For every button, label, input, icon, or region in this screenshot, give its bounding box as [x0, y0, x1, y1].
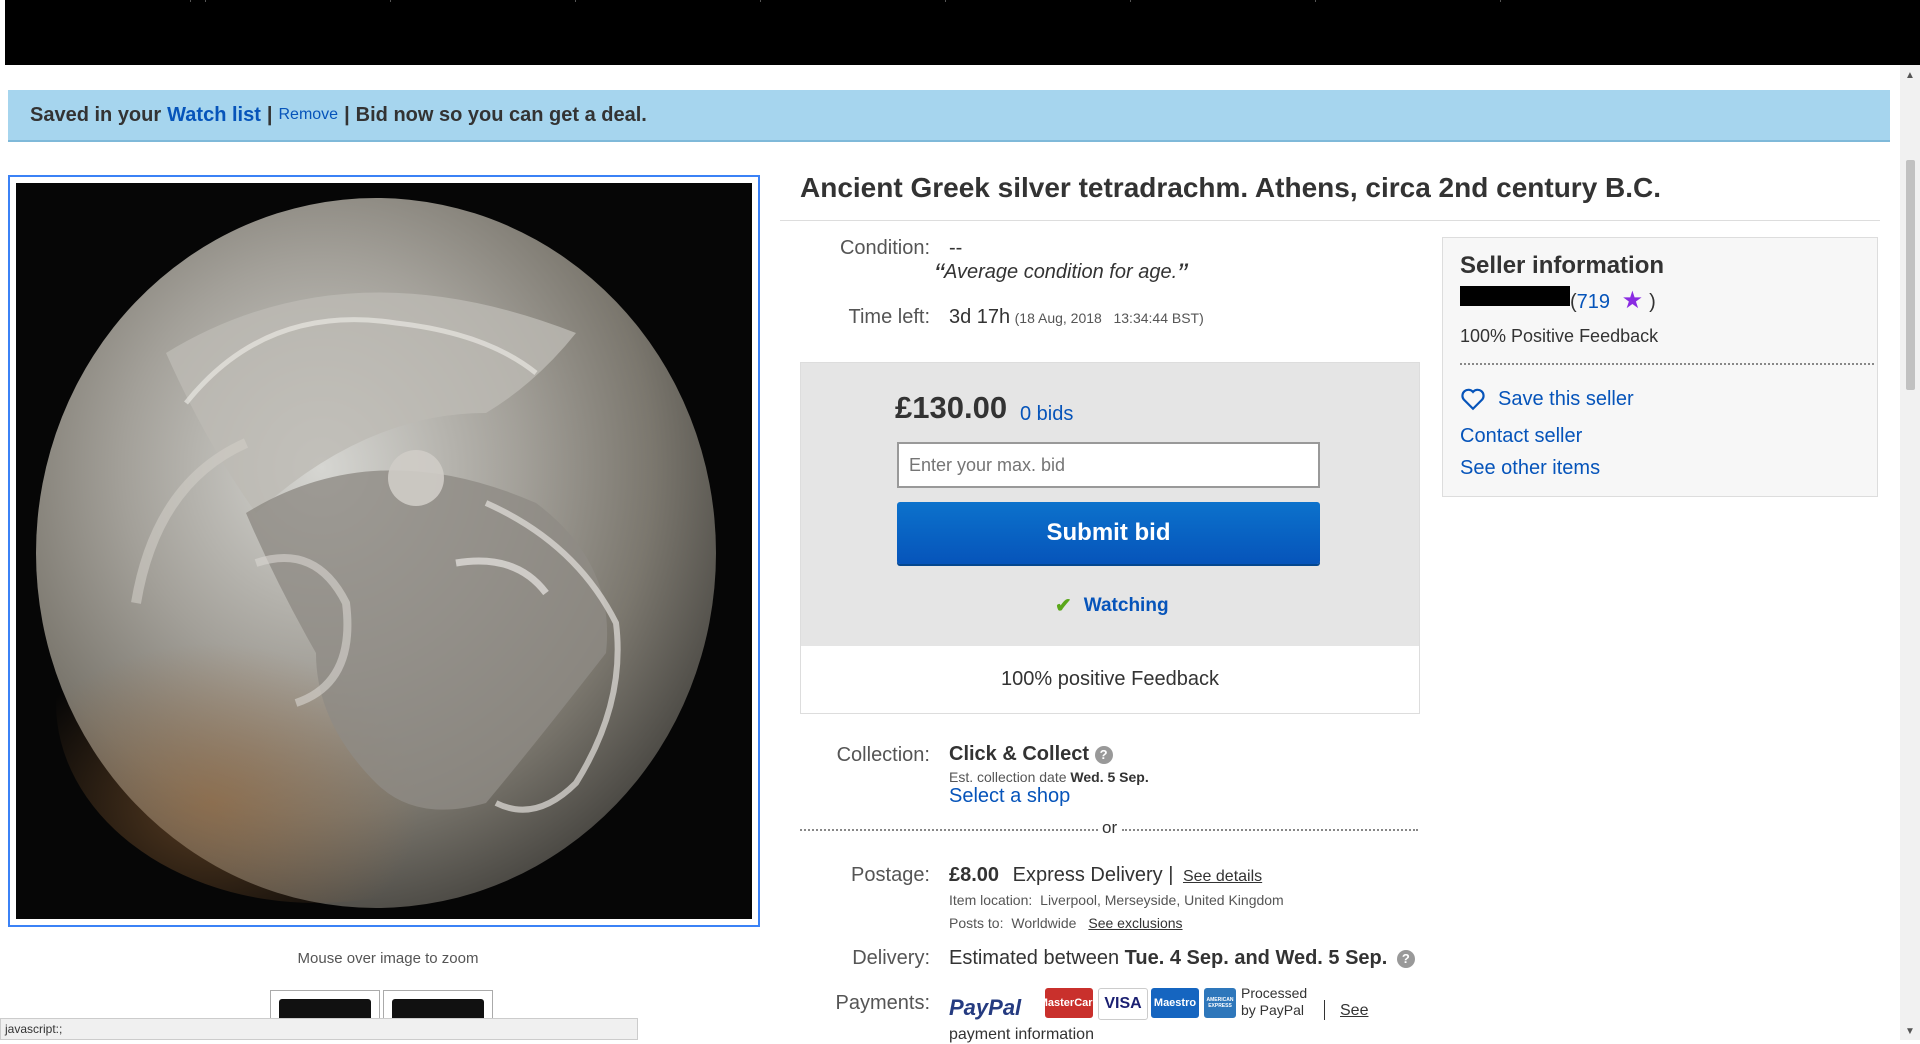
title-divider: [780, 220, 1880, 221]
contact-seller-link[interactable]: Contact seller: [1460, 425, 1582, 448]
collection-date-label: Est. collection date: [949, 769, 1067, 785]
top-black-bar: [5, 0, 1920, 65]
see-exclusions-link[interactable]: See exclusions: [1088, 915, 1182, 931]
feedback-open-paren: (: [1570, 291, 1577, 313]
coin-photo: [16, 183, 752, 919]
checkmark-icon: ✔: [1055, 595, 1072, 617]
time-left: 3d 17h (18 Aug, 2018 13:34:44 BST): [949, 306, 1204, 329]
feedback-close-paren: ): [1649, 291, 1656, 313]
banner-separator: |: [344, 103, 350, 126]
time-left-end: (18 Aug, 2018 13:34:44 BST): [1014, 310, 1204, 326]
postage-price: £8.00: [949, 864, 1000, 886]
submit-bid-button[interactable]: Submit bid: [897, 502, 1320, 564]
postage-service: Express Delivery |: [1012, 864, 1174, 886]
feedback-score-link[interactable]: 719: [1577, 291, 1610, 313]
posts-to: Posts to: Worldwide See exclusions: [949, 915, 1183, 931]
collection-label: Collection:: [836, 744, 930, 766]
processed-by-paypal: Processed by PayPal: [1241, 985, 1307, 1019]
processed-line-1: Processed: [1241, 985, 1308, 1001]
remove-link[interactable]: Remove: [278, 106, 338, 124]
scroll-down-arrow-icon[interactable]: ▼: [1905, 1026, 1915, 1037]
seller-positive-feedback: 100% Positive Feedback: [1460, 326, 1659, 346]
zoom-hint: Mouse over image to zoom: [297, 950, 479, 967]
banner-message: Bid now so you can get a deal.: [355, 103, 647, 126]
item-location-value: Liverpool, Merseyside, United Kingdom: [1040, 892, 1284, 908]
posts-to-label: Posts to:: [949, 915, 1004, 931]
payment-info-text[interactable]: payment information: [949, 1026, 1094, 1044]
item-location-label: Item location:: [949, 892, 1033, 908]
help-icon[interactable]: ?: [1094, 745, 1113, 764]
or-divider-left: [800, 829, 1098, 831]
condition-note: “Average condition for age.”: [934, 258, 1187, 292]
select-shop-link[interactable]: Select a shop: [949, 785, 1070, 808]
bids-count-link[interactable]: 0 bids: [1020, 403, 1073, 426]
condition-label: Condition:: [839, 237, 930, 259]
coin-illustration: [36, 198, 716, 908]
main-item-image[interactable]: [8, 175, 760, 927]
postage-line: £8.00 Express Delivery | See details: [949, 864, 1262, 887]
payments-label: Payments:: [835, 992, 930, 1014]
watchlist-banner: Saved in your Watch list | Remove | Bid …: [8, 90, 1890, 142]
positive-feedback: 100% positive Feedback: [1001, 668, 1219, 690]
watchlist-link[interactable]: Watch list: [167, 104, 261, 127]
collection-method: Click & Collect ?: [949, 743, 1113, 766]
save-seller-label: Save this seller: [1498, 387, 1634, 410]
banner-prefix: Saved in your: [30, 103, 162, 126]
open-quote: “: [934, 258, 944, 291]
scrollbar-thumb[interactable]: [1906, 160, 1915, 390]
payments-divider: [1324, 1000, 1325, 1020]
see-payment-info-link[interactable]: See: [1340, 1002, 1368, 1020]
condition-note-text: Average condition for age.: [944, 261, 1178, 283]
max-bid-input[interactable]: [897, 442, 1320, 488]
save-seller-link[interactable]: Save this seller: [1460, 387, 1634, 411]
posts-to-value: Worldwide: [1011, 915, 1077, 931]
collection-date: Est. collection date Wed. 5 Sep.: [949, 769, 1149, 785]
or-divider-right: [1122, 829, 1418, 831]
delivery-estimate: Estimated between Tue. 4 Sep. and Wed. 5…: [949, 947, 1415, 970]
close-quote: ”: [1177, 258, 1188, 291]
paypal-logo: PayPal: [949, 995, 1022, 1020]
browser-status-bar: javascript:;: [0, 1018, 638, 1040]
item-title: Ancient Greek silver tetradrachm. Athens…: [800, 172, 1662, 203]
seller-info-heading: Seller information: [1460, 252, 1665, 279]
item-location: Item location: Liverpool, Merseyside, Un…: [949, 892, 1284, 908]
seller-divider: [1460, 363, 1874, 365]
or-text: or: [1102, 818, 1118, 837]
collection-date-value: Wed. 5 Sep.: [1070, 769, 1149, 785]
see-other-items-link[interactable]: See other items: [1460, 457, 1600, 480]
window-edge: [0, 0, 5, 65]
mastercard-icon: MasterCard: [1039, 988, 1099, 1018]
time-left-label: Time left:: [848, 306, 931, 328]
postage-label: Postage:: [851, 864, 930, 886]
condition-value: --: [949, 237, 963, 259]
heart-icon: [1461, 388, 1485, 411]
delivery-label: Delivery:: [852, 947, 930, 969]
delivery-range: Tue. 4 Sep. and Wed. 5 Sep.: [1124, 947, 1388, 969]
see-details-link[interactable]: See details: [1183, 868, 1262, 885]
seller-feedback-score: (719 ★): [1570, 286, 1656, 315]
scroll-up-arrow-icon[interactable]: ▲: [1905, 70, 1915, 81]
star-icon: ★: [1621, 287, 1644, 314]
time-left-value: 3d 17h: [949, 306, 1011, 328]
seller-name-redacted: [1460, 286, 1570, 306]
watching-status[interactable]: ✔ Watching: [1055, 593, 1169, 618]
help-icon[interactable]: ?: [1396, 949, 1415, 968]
visa-icon: VISA: [1098, 988, 1148, 1020]
current-price: £130.00: [895, 390, 1008, 425]
delivery-prefix: Estimated between: [949, 947, 1120, 969]
amex-icon: AMERICAN EXPRESS: [1204, 988, 1236, 1018]
watching-label: Watching: [1083, 594, 1169, 616]
maestro-icon: Maestro: [1151, 988, 1199, 1018]
processed-line-2: by PayPal: [1241, 1002, 1305, 1018]
collection-method-text: Click & Collect: [949, 743, 1090, 765]
banner-separator: |: [266, 103, 273, 126]
